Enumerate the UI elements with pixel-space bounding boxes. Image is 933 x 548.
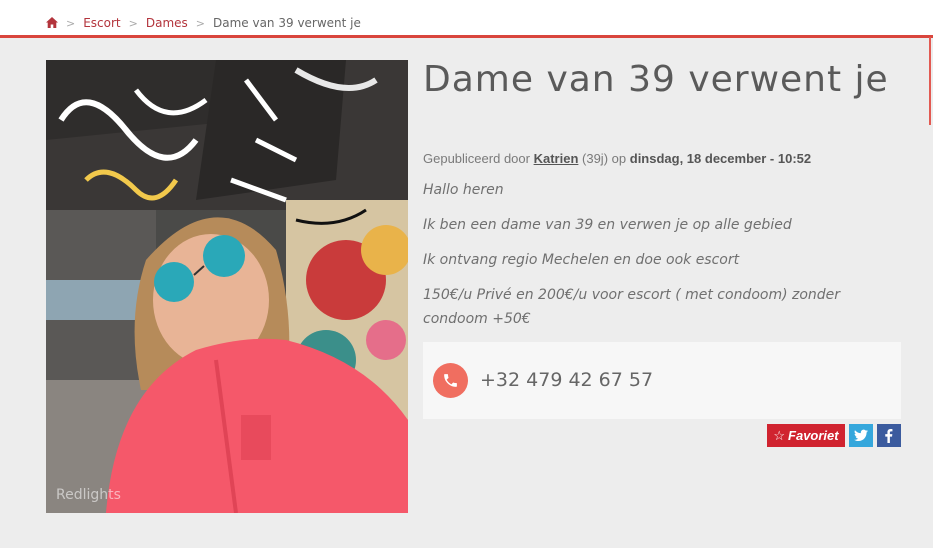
breadcrumb-separator: > — [128, 16, 138, 30]
photo-watermark: Redlights — [56, 487, 121, 503]
description-line: Ik ontvang regio Mechelen en doe ook esc… — [423, 252, 740, 268]
twitter-icon — [854, 429, 868, 442]
phone-icon[interactable] — [433, 363, 468, 398]
publish-date: dinsdag, 18 december - 10:52 — [629, 151, 812, 166]
author-link[interactable]: Katrien — [534, 151, 579, 166]
star-outline-icon: ☆ — [773, 427, 786, 443]
top-bar: > Escort > Dames > Dame van 39 verwent j… — [0, 0, 933, 38]
phone-number[interactable]: +32 479 42 67 57 — [480, 369, 653, 391]
description-line: 150€/u Privé en 200€/u voor escort ( met… — [423, 287, 841, 327]
listing-meta: Gepubliceerd door Katrien (39j) op dinsd… — [423, 151, 903, 166]
listing-title: Dame van 39 verwent je — [423, 59, 889, 100]
description-line: Ik ben een dame van 39 en verwen je op a… — [423, 217, 792, 233]
phone-box[interactable]: +32 479 42 67 57 — [423, 342, 901, 419]
facebook-icon — [885, 429, 893, 443]
meta-prefix: Gepubliceerd door — [423, 151, 530, 166]
breadcrumb-current: Dame van 39 verwent je — [213, 16, 361, 30]
facebook-share-button[interactable] — [877, 424, 901, 447]
listing-description: Hallo heren Ik ben een dame van 39 en ve… — [423, 178, 893, 342]
breadcrumb-separator: > — [66, 16, 76, 30]
home-icon[interactable] — [46, 16, 58, 30]
favorite-button[interactable]: ☆ Favoriet — [767, 424, 845, 447]
meta-on: op — [611, 151, 627, 166]
profile-photo[interactable]: Redlights — [46, 60, 408, 513]
twitter-share-button[interactable] — [849, 424, 873, 447]
favorite-label: Favoriet — [788, 428, 839, 443]
accent-line — [929, 37, 931, 125]
breadcrumb-separator: > — [195, 16, 205, 30]
breadcrumb-escort-link[interactable]: Escort — [83, 16, 120, 30]
breadcrumb-dames-link[interactable]: Dames — [146, 16, 188, 30]
breadcrumb: > Escort > Dames > Dame van 39 verwent j… — [46, 16, 361, 30]
description-line: Hallo heren — [423, 182, 504, 198]
author-age: (39j) — [582, 151, 609, 166]
